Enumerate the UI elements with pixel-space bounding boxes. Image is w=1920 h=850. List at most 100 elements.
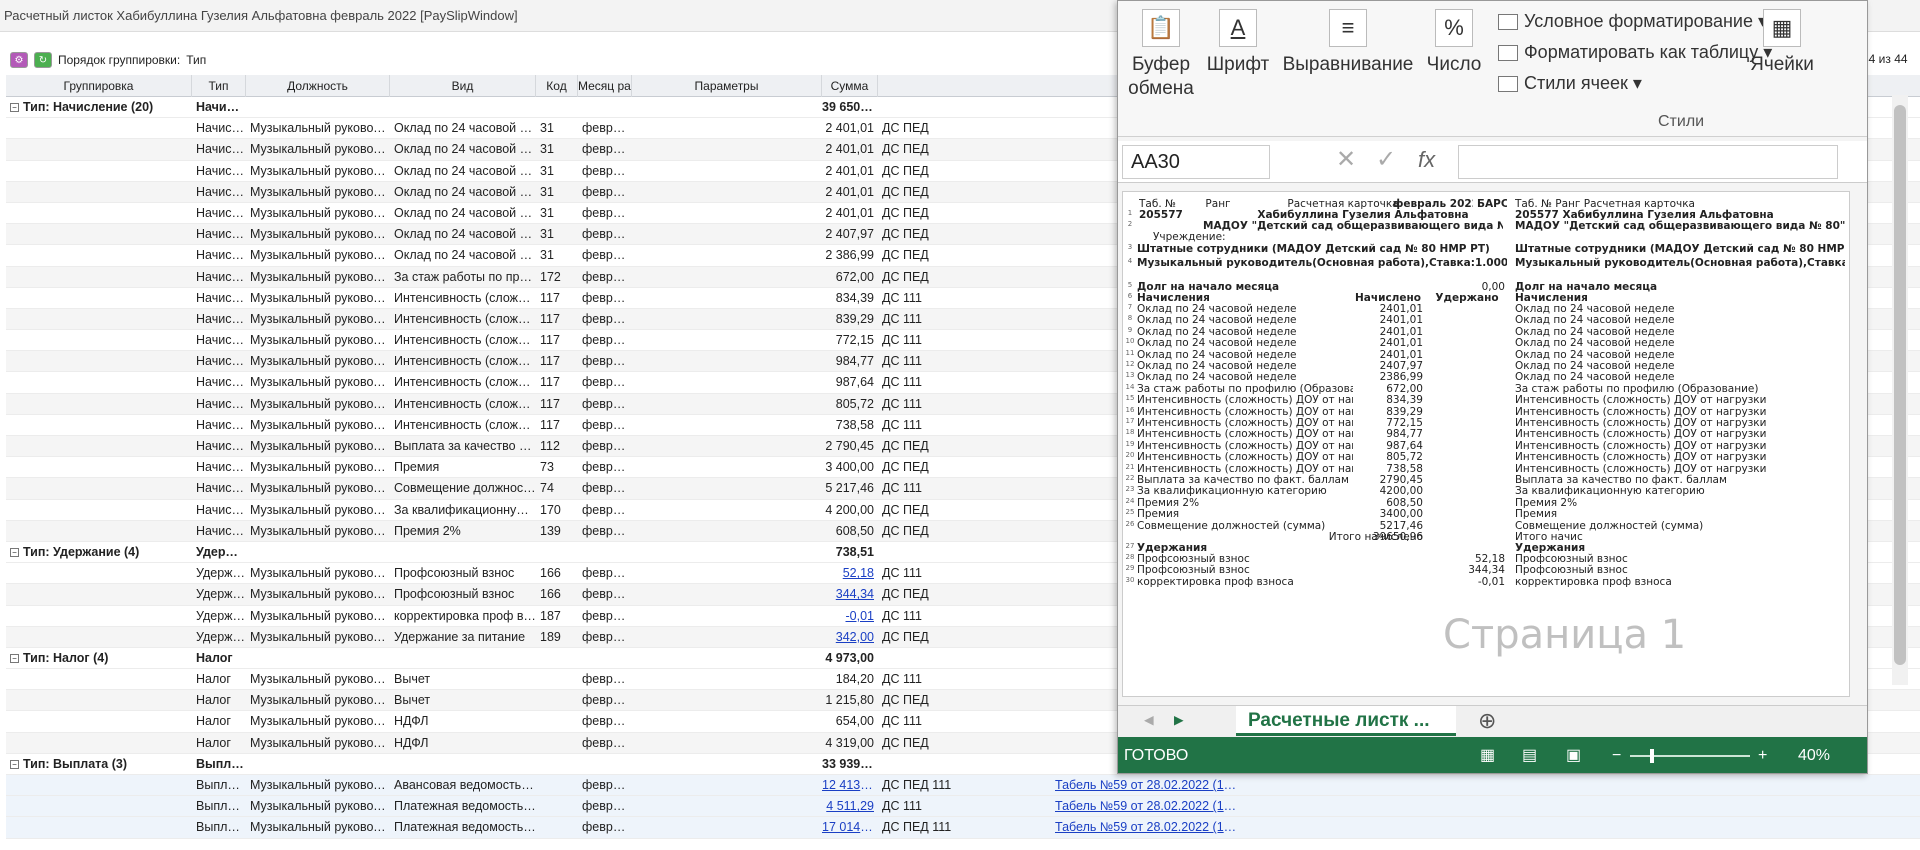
- group-total: 33 939,45: [822, 756, 878, 771]
- cell-kind: Платежная ведомость (Б) №2...: [394, 799, 536, 814]
- clipboard-button[interactable]: 📋 Буфер обмена: [1118, 9, 1204, 101]
- table-row[interactable]: Выплата Музыкальный руководитель Платежная…: [6, 817, 1920, 839]
- cell-type: Начислен...: [196, 396, 246, 411]
- collapse-icon[interactable]: −: [10, 760, 19, 770]
- sheet-cell: -0,01: [1477, 575, 1505, 588]
- cell-styles-button[interactable]: Стили ячеек ▾: [1498, 73, 1642, 94]
- cell-month: февраль(...: [582, 735, 632, 750]
- column-header[interactable]: Тип: [192, 75, 246, 97]
- cell-kind: Удержание за питание: [394, 629, 526, 644]
- cell-sum: 2 401,01: [825, 121, 874, 136]
- align-button[interactable]: ≡ Выравнивание: [1272, 9, 1424, 77]
- cond-format-button[interactable]: Условное форматирование ▾: [1498, 11, 1767, 32]
- cell-sum: 342,00: [835, 629, 874, 644]
- column-header[interactable]: Должность: [246, 75, 390, 97]
- formula-input[interactable]: [1458, 145, 1838, 179]
- cell-kind: Интенсивность (сложность) Д...: [394, 396, 536, 411]
- cells-icon: ▦: [1763, 9, 1801, 47]
- refresh-icon[interactable]: ↻: [34, 52, 52, 68]
- add-sheet-icon[interactable]: ⊕: [1478, 708, 1496, 734]
- cell-timesheet-link[interactable]: Табель №59 от 28.02.2022 (19 из 19 дн;..…: [1051, 817, 1241, 838]
- cell-code: [536, 733, 578, 754]
- cell-code: 189: [540, 629, 561, 644]
- cell-sum: 2 401,01: [825, 184, 874, 199]
- column-header[interactable]: Группировка: [6, 75, 192, 97]
- cell-month: февраль(...: [582, 205, 632, 220]
- name-box[interactable]: AA30: [1122, 145, 1270, 179]
- font-button[interactable]: A Шрифт: [1204, 9, 1272, 77]
- sheet-tab[interactable]: Расчетные листк ...: [1236, 706, 1456, 736]
- column-header[interactable]: Вид: [390, 75, 536, 97]
- sheet-cell-right: Интенсивность (сложность) ДОУ от нагрузк…: [1515, 405, 1767, 418]
- sheet-cell-right: Интенсивность (сложность) ДОУ от нагрузк…: [1515, 451, 1767, 464]
- enter-icon[interactable]: ✓: [1376, 145, 1396, 174]
- table-row[interactable]: Выплата Музыкальный руководитель Авансовая…: [6, 775, 1920, 797]
- normal-view-icon[interactable]: ▦: [1480, 737, 1495, 773]
- grouping-value[interactable]: Тип: [186, 53, 206, 67]
- cell-sum: 2 401,01: [825, 205, 874, 220]
- grid-scrollbar[interactable]: [1892, 95, 1908, 685]
- cell-position: Музыкальный руководитель: [250, 714, 390, 729]
- worksheet[interactable]: Таб. № Ранг Расчетная карточка февраль 2022…: [1122, 191, 1850, 697]
- sheet-cell: 205577: [1139, 209, 1183, 221]
- column-header[interactable]: Сумма: [822, 75, 878, 97]
- function-icon[interactable]: fx: [1418, 147, 1435, 173]
- column-header[interactable]: Месяц ра...: [578, 75, 632, 97]
- row-number: 4: [1127, 257, 1133, 265]
- sheet-cell: 39650,96: [1372, 531, 1423, 543]
- cell-position: Музыкальный руководитель: [250, 778, 390, 792]
- group-title: Тип: Начисление (20): [23, 100, 154, 114]
- cell-kind: Оклад по 24 часовой неделе: [394, 121, 536, 136]
- cell-type: Начислен...: [196, 375, 246, 390]
- grouping-label: Порядок группировки:: [58, 53, 181, 67]
- zoom-out-icon[interactable]: −: [1612, 737, 1621, 773]
- group-type: Налог: [196, 650, 233, 665]
- settings-icon[interactable]: ⚙: [10, 52, 28, 68]
- cell-timesheet-link[interactable]: Табель №59 от 28.02.2022 (19 из 19 дн;..…: [1051, 775, 1241, 796]
- cell-fund: ДС ПЕД: [882, 587, 929, 602]
- cell-type: Выплата: [196, 778, 246, 792]
- table-format-button[interactable]: Форматировать как таблицу ▾: [1498, 42, 1772, 63]
- group-total: 738,51: [835, 544, 874, 559]
- cancel-icon[interactable]: ✕: [1336, 145, 1356, 174]
- column-header[interactable]: Код: [536, 75, 578, 97]
- next-sheet-icon[interactable]: ▶: [1174, 712, 1184, 727]
- number-button[interactable]: % Число: [1424, 9, 1484, 77]
- sheet-cell: Учреждение:: [1153, 231, 1226, 243]
- collapse-icon[interactable]: −: [10, 103, 19, 113]
- zoom-level[interactable]: 40%: [1798, 737, 1830, 773]
- page-break-icon[interactable]: ▣: [1566, 737, 1581, 773]
- cell-position: Музыкальный руководитель: [250, 523, 390, 538]
- sheet-cell: 344,34: [1468, 564, 1505, 577]
- cells-button[interactable]: ▦ Ячейки: [1746, 9, 1818, 77]
- zoom-slider[interactable]: [1630, 755, 1750, 757]
- row-number: 6: [1127, 292, 1133, 300]
- table-row[interactable]: Выплата Музыкальный руководитель Платежная…: [6, 796, 1920, 818]
- sheet-cell-right: Оклад по 24 часовой неделе: [1515, 325, 1675, 338]
- page-layout-icon[interactable]: ▤: [1522, 737, 1537, 773]
- cell-type: Налог: [196, 672, 231, 687]
- cell-sum: 772,15: [835, 333, 874, 348]
- sheet-cell: 2401,01: [1379, 314, 1423, 327]
- cell-fund: ДС ПЕД: [882, 735, 929, 750]
- collapse-icon[interactable]: −: [10, 548, 19, 558]
- cell-month: февраль(...: [582, 184, 632, 199]
- zoom-in-icon[interactable]: +: [1758, 737, 1767, 773]
- page-info: 34 из 44: [1862, 52, 1908, 66]
- cell-code: 31: [540, 121, 554, 136]
- cell-month: февраль(...: [582, 799, 632, 814]
- prev-sheet-icon[interactable]: ◀: [1144, 712, 1154, 727]
- cell-fund: ДС ПЕД: [882, 227, 929, 242]
- column-header[interactable]: Параметры: [632, 75, 822, 97]
- row-number: 10: [1125, 337, 1135, 346]
- sheet-cell: 52,18: [1474, 553, 1505, 565]
- scroll-thumb[interactable]: [1894, 105, 1906, 665]
- cell-fund: ДС ПЕД 111: [882, 778, 952, 792]
- cell-timesheet-link[interactable]: Табель №59 от 28.02.2022 (19 из 19 дн;..…: [1051, 796, 1241, 817]
- sheet-cell: Удержано: [1435, 292, 1499, 304]
- zoom-thumb[interactable]: [1650, 749, 1654, 763]
- cell-code: 74: [540, 481, 554, 496]
- cell-sum: 5 217,46: [825, 481, 874, 496]
- group-header: − Тип: Удержание (4): [6, 542, 192, 563]
- collapse-icon[interactable]: −: [10, 654, 19, 664]
